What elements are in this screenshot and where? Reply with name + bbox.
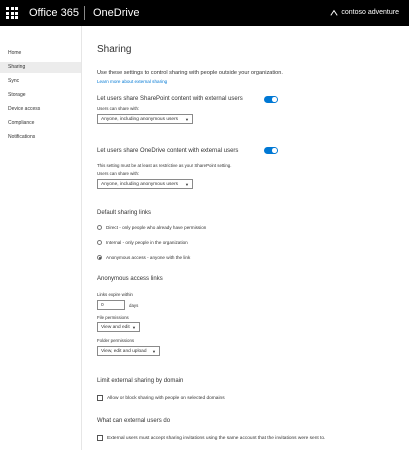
toggle-knob [272, 97, 277, 102]
main-content: Sharing Use these settings to control sh… [83, 26, 409, 450]
chevron-down-icon: ▼ [185, 182, 189, 187]
brand-title[interactable]: Office 365 [29, 6, 79, 20]
onedrive-users-can-share-select[interactable]: Anyone, including anonymous users ▼ [97, 179, 193, 189]
links-expire-unit: days [129, 303, 139, 308]
select-value: Anyone, including anonymous users [101, 117, 179, 122]
radio-button[interactable] [97, 240, 102, 245]
file-permissions-select[interactable]: View and edit ▼ [97, 322, 140, 332]
sidebar-item-notifications[interactable]: Notifications [0, 132, 81, 143]
radio-anonymous[interactable]: Anonymous access - anyone with the link [97, 255, 190, 260]
links-expire-input[interactable]: 0 [97, 300, 125, 310]
chevron-down-icon: ▼ [185, 117, 189, 122]
sidebar-item-sharing[interactable]: Sharing [0, 62, 81, 73]
folder-permissions-select[interactable]: View, edit and upload ▼ [97, 346, 160, 356]
select-value: Anyone, including anonymous users [101, 182, 179, 187]
radio-label: Internal - only people in the organizati… [106, 240, 188, 245]
limit-domain-checkbox[interactable] [97, 395, 103, 401]
sidebar-item-home[interactable]: Home [0, 48, 81, 59]
onedrive-sharing-label: Let users share OneDrive content with ex… [97, 148, 239, 154]
chevron-down-icon: ▼ [132, 325, 136, 330]
checkbox-label: Allow or block sharing with people on se… [107, 395, 225, 401]
sidebar: Home Sharing Sync Storage Device access … [0, 26, 82, 450]
tenant-logo-icon [330, 9, 338, 16]
sidebar-item-storage[interactable]: Storage [0, 90, 81, 101]
select-value: View and edit [101, 325, 130, 330]
select-value: View, edit and upload [101, 349, 147, 354]
checkbox-label: External users must accept sharing invit… [107, 435, 326, 441]
tenant-logo: contoso adventure [330, 8, 399, 18]
onedrive-sharing-toggle[interactable] [264, 147, 278, 154]
sharepoint-sharing-toggle[interactable] [264, 96, 278, 103]
chevron-down-icon: ▼ [152, 349, 156, 354]
external-users-heading: What can external users do [97, 418, 171, 424]
sidebar-item-sync[interactable]: Sync [0, 76, 81, 87]
app-launcher-icon[interactable] [6, 7, 18, 19]
sharepoint-users-can-share-label: Users can share with: [97, 106, 140, 111]
onedrive-users-can-share-label: Users can share with: [97, 171, 140, 176]
onedrive-note: This setting must be at least as restric… [97, 163, 232, 168]
page-title: Sharing [97, 44, 132, 55]
anonymous-access-heading: Anonymous access links [97, 276, 163, 282]
default-sharing-links-heading: Default sharing links [97, 210, 152, 216]
tenant-name: contoso adventure [341, 9, 399, 16]
radio-direct[interactable]: Direct - only people who already have pe… [97, 225, 206, 230]
folder-permissions-label: Folder permissions [97, 338, 135, 343]
radio-button-selected[interactable] [97, 255, 102, 260]
radio-internal[interactable]: Internal - only people in the organizati… [97, 240, 188, 245]
external-users-checkbox[interactable] [97, 435, 103, 441]
product-title[interactable]: OneDrive [93, 6, 139, 20]
radio-label: Direct - only people who already have pe… [106, 225, 207, 230]
learn-more-link[interactable]: Learn more about external sharing [97, 79, 167, 84]
limit-domain-option[interactable]: Allow or block sharing with people on se… [97, 395, 225, 401]
external-users-option[interactable]: External users must accept sharing invit… [97, 435, 325, 441]
sidebar-item-compliance[interactable]: Compliance [0, 118, 81, 129]
sharepoint-users-can-share-select[interactable]: Anyone, including anonymous users ▼ [97, 114, 193, 124]
toggle-knob [272, 148, 277, 153]
sharepoint-sharing-label: Let users share SharePoint content with … [97, 96, 243, 102]
limit-domain-heading: Limit external sharing by domain [97, 378, 184, 384]
top-bar: Office 365 OneDrive contoso adventure [0, 0, 409, 26]
sidebar-item-device-access[interactable]: Device access [0, 104, 81, 115]
radio-label: Anonymous access - anyone with the link [106, 255, 191, 260]
header-divider [84, 6, 85, 20]
radio-button[interactable] [97, 225, 102, 230]
intro-text: Use these settings to control sharing wi… [97, 70, 283, 76]
file-permissions-label: File permissions [97, 315, 129, 320]
links-expire-label: Links expire within [97, 292, 133, 297]
